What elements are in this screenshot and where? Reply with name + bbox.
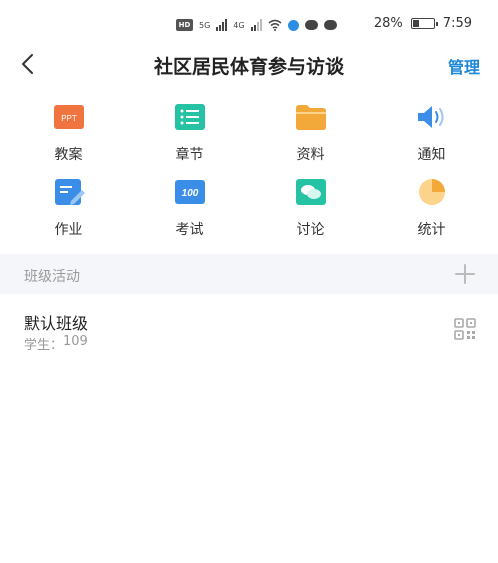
clock: 7:59 <box>442 16 472 31</box>
signal-icon-secondary <box>250 19 262 31</box>
class-activities-section: 班级活动 <box>0 254 498 294</box>
app-notification-icon <box>287 19 299 31</box>
grid-item-lesson-plan[interactable]: PPT 教案 <box>8 100 129 175</box>
grid-item-statistics[interactable]: 统计 <box>371 175 492 250</box>
battery-percent: 28% <box>373 16 403 31</box>
nav-header: 社区居民体育参与访谈 管理 <box>0 48 498 82</box>
feature-grid-row: 作业 100 考试 讨论 统计 <box>8 175 492 250</box>
grid-label: 资料 <box>296 147 325 163</box>
status-bar: HD 5G 4G 28% 7:59 <box>0 0 498 48</box>
edit-icon <box>54 179 85 205</box>
feature-grid-row: PPT 教案 章节 资料 通知 <box>8 100 492 175</box>
class-name: 默认班级 <box>24 314 89 333</box>
battery-fill <box>412 20 419 27</box>
grid-item-notice[interactable]: 通知 <box>371 100 492 175</box>
chevron-left-icon <box>22 54 33 74</box>
ppt-icon: PPT <box>53 105 84 129</box>
chat-icon <box>295 179 326 205</box>
section-title: 班级活动 <box>24 269 80 285</box>
status-icons: HD 5G 4G <box>176 18 337 32</box>
hd-badge: HD <box>176 19 193 31</box>
qr-code-icon <box>454 318 476 340</box>
battery-icon <box>410 18 438 29</box>
grid-label: 统计 <box>417 222 446 238</box>
students-count: 109 <box>63 334 88 349</box>
feature-grid: PPT 教案 章节 资料 通知 作业 100 考试 讨论 统计 <box>8 100 492 250</box>
qr-code-button[interactable] <box>454 318 476 340</box>
grid-label: 章节 <box>175 147 204 163</box>
class-list-item[interactable]: 默认班级 学生： 109 <box>0 294 498 364</box>
plus-icon <box>455 264 475 284</box>
back-button[interactable] <box>16 50 42 78</box>
svg-text:PPT: PPT <box>61 114 77 123</box>
exam-score-icon: 100 <box>174 180 205 204</box>
status-right: 28% 7:59 <box>374 16 472 31</box>
list-icon <box>174 104 205 130</box>
grid-label: 考试 <box>175 222 204 238</box>
message-icon <box>304 20 318 30</box>
chat-notification-icon <box>323 20 337 30</box>
speaker-icon <box>417 106 443 128</box>
network-type-b: 4G <box>233 20 245 30</box>
students-label: 学生： <box>24 338 64 353</box>
grid-item-chapters[interactable]: 章节 <box>129 100 250 175</box>
network-type-a: 5G <box>199 20 211 30</box>
grid-item-homework[interactable]: 作业 <box>8 175 129 250</box>
folder-icon <box>295 105 326 130</box>
add-activity-button[interactable] <box>454 263 476 285</box>
svg-text:100: 100 <box>181 188 198 199</box>
grid-label: 作业 <box>54 222 83 238</box>
app-screen: HD 5G 4G 28% 7:59 社区居民体育参与访谈 管理 PPT 教案 章… <box>0 0 498 563</box>
grid-item-discussion[interactable]: 讨论 <box>250 175 371 250</box>
grid-label: 讨论 <box>296 222 325 238</box>
manage-button[interactable]: 管理 <box>448 54 480 78</box>
page-title: 社区居民体育参与访谈 <box>153 56 344 78</box>
wifi-icon <box>268 19 282 31</box>
pie-chart-icon <box>418 179 445 205</box>
class-student-count: 学生： 109 <box>24 334 88 353</box>
grid-label: 教案 <box>54 147 83 163</box>
grid-item-materials[interactable]: 资料 <box>250 100 371 175</box>
grid-item-exam[interactable]: 100 考试 <box>129 175 250 250</box>
signal-icon <box>216 19 228 31</box>
grid-label: 通知 <box>417 147 446 163</box>
